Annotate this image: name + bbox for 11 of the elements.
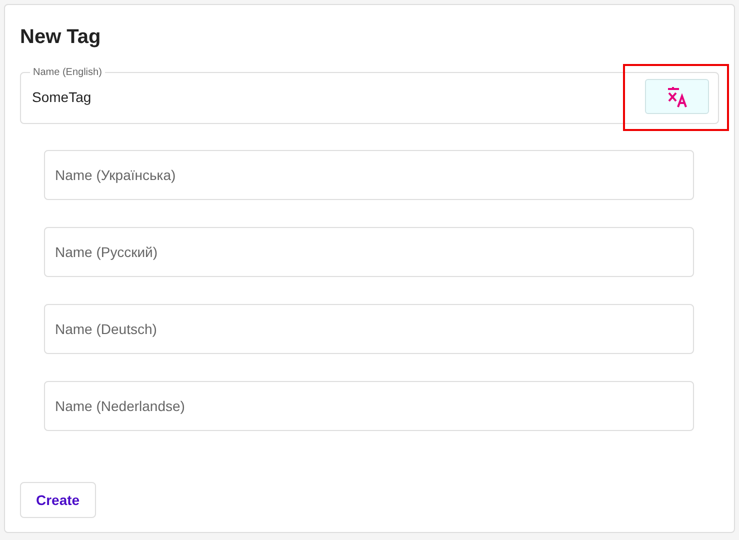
name-field[interactable]: Name (English) SomeTag: [20, 67, 719, 124]
translate-icon: [666, 86, 688, 108]
form-title: New Tag: [20, 25, 102, 49]
name-input-field[interactable]: Name (Deutsch): [44, 304, 694, 354]
create-button[interactable]: Create: [20, 482, 96, 518]
name-input-field[interactable]: Name (Nederlandse): [44, 381, 694, 431]
field-label: Name (English): [32, 67, 103, 78]
field-value[interactable]: SomeTag: [30, 88, 645, 106]
translate-button[interactable]: [645, 79, 709, 114]
name-input-field[interactable]: Name (Українська): [44, 150, 694, 200]
name-input-field[interactable]: Name (Русский): [44, 227, 694, 277]
